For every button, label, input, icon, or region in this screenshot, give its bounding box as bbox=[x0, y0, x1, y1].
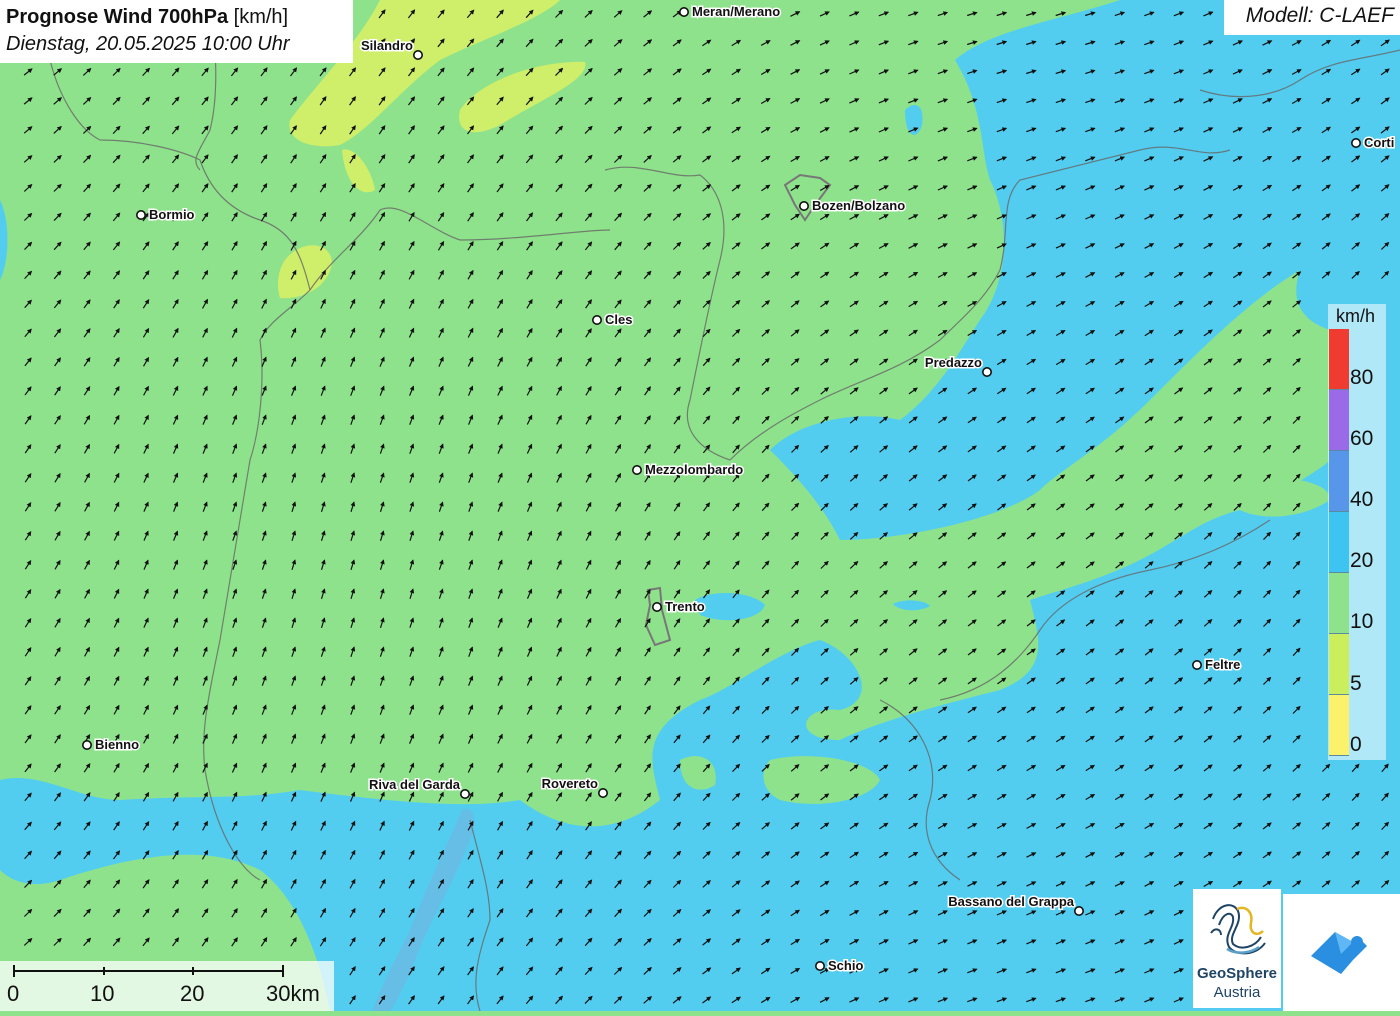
city-label: Predazzo bbox=[925, 355, 982, 370]
geosphere-emblem-icon bbox=[1210, 904, 1266, 955]
city-label: Meran/Merano bbox=[692, 4, 780, 19]
legend-label-5: 5 bbox=[1350, 672, 1362, 695]
city-dot-icon bbox=[136, 210, 147, 221]
city-dot-icon bbox=[814, 960, 825, 971]
city-dot-icon bbox=[82, 739, 93, 750]
legend-label-60: 60 bbox=[1350, 427, 1374, 450]
city-mezzolombardo[interactable]: Mezzolombardo bbox=[631, 461, 745, 479]
legend-swatch-0 bbox=[1329, 695, 1349, 756]
city-dot-icon bbox=[412, 49, 423, 60]
city-dot-icon bbox=[678, 7, 689, 17]
city-label: Bormio bbox=[149, 207, 195, 222]
city-label: Corti bbox=[1364, 135, 1394, 150]
map-title: Prognose Wind 700hPa [km/h] bbox=[6, 4, 347, 30]
city-label: Feltre bbox=[1205, 657, 1240, 672]
city-label: Cles bbox=[605, 312, 632, 327]
city-label: Bozen/Bolzano bbox=[812, 198, 905, 213]
scale-bar: 0 10 20 30km bbox=[0, 961, 334, 1011]
legend-label-40: 40 bbox=[1350, 488, 1374, 511]
city-bozen-bolzano[interactable]: Bozen/Bolzano bbox=[798, 197, 907, 215]
city-dot-icon bbox=[597, 787, 608, 798]
app-logo[interactable] bbox=[1283, 894, 1400, 1011]
city-label: Riva del Garda bbox=[369, 777, 461, 792]
legend-swatch-60 bbox=[1329, 390, 1349, 451]
city-label: Schio bbox=[828, 958, 863, 973]
scale-bar-line bbox=[13, 965, 284, 977]
city-dot-icon bbox=[1074, 905, 1085, 916]
title-box: Prognose Wind 700hPa [km/h] Dienstag, 20… bbox=[0, 0, 353, 63]
legend-swatch-80 bbox=[1329, 329, 1349, 390]
city-label: Bienno bbox=[95, 737, 139, 752]
legend-swatch-10 bbox=[1329, 573, 1349, 634]
color-legend: km/h 80 60 40 20 10 5 0 bbox=[1328, 304, 1386, 760]
app-logo-icon bbox=[1311, 932, 1367, 974]
legend-swatch-5 bbox=[1329, 634, 1349, 695]
city-meran-merano[interactable]: Meran/Merano bbox=[678, 3, 782, 21]
map-title-main: Prognose Wind 700hPa bbox=[6, 6, 229, 28]
legend-unit: km/h bbox=[1336, 306, 1376, 326]
scale-label-0: 0 bbox=[7, 981, 20, 1006]
city-dot-icon bbox=[459, 788, 470, 799]
city-label: Silandro bbox=[361, 38, 413, 53]
legend-label-0: 0 bbox=[1350, 733, 1362, 756]
city-dot-icon bbox=[631, 464, 642, 475]
wind-map[interactable]: Meran/Merano Silandro Bormio Bozen/Bolzano C… bbox=[0, 0, 1400, 1011]
legend-swatch-20 bbox=[1329, 512, 1349, 573]
city-label: Rovereto bbox=[542, 776, 598, 791]
city-dot-icon bbox=[798, 201, 809, 212]
scale-label-30km: 30km bbox=[266, 981, 320, 1006]
scale-label-10: 10 bbox=[90, 981, 115, 1006]
legend-bar bbox=[1329, 329, 1349, 759]
city-label: Mezzolombardo bbox=[645, 462, 743, 477]
city-dot-icon bbox=[981, 366, 992, 377]
forecast-datetime: Dienstag, 20.05.2025 10:00 Uhr bbox=[6, 33, 290, 55]
legend-label-20: 20 bbox=[1350, 549, 1374, 572]
city-label: Trento bbox=[665, 599, 705, 614]
legend-label-10: 10 bbox=[1350, 610, 1374, 633]
city-dot-icon bbox=[591, 314, 602, 325]
city-dot-icon bbox=[1192, 659, 1203, 670]
legend-label-80: 80 bbox=[1350, 366, 1374, 389]
geosphere-logo[interactable]: GeoSphere Austria bbox=[1193, 889, 1281, 1008]
model-label: Modell: C-LAEF bbox=[1224, 0, 1400, 35]
legend-swatch-40 bbox=[1329, 451, 1349, 512]
city-dot-icon bbox=[651, 601, 662, 612]
scale-label-20: 20 bbox=[180, 981, 205, 1006]
city-label: Bassano del Grappa bbox=[948, 894, 1074, 909]
geosphere-country: Austria bbox=[1213, 984, 1261, 1001]
city-dot-icon bbox=[1351, 138, 1362, 149]
map-title-unit: [km/h] bbox=[233, 6, 289, 28]
geosphere-name: GeoSphere bbox=[1196, 965, 1278, 982]
